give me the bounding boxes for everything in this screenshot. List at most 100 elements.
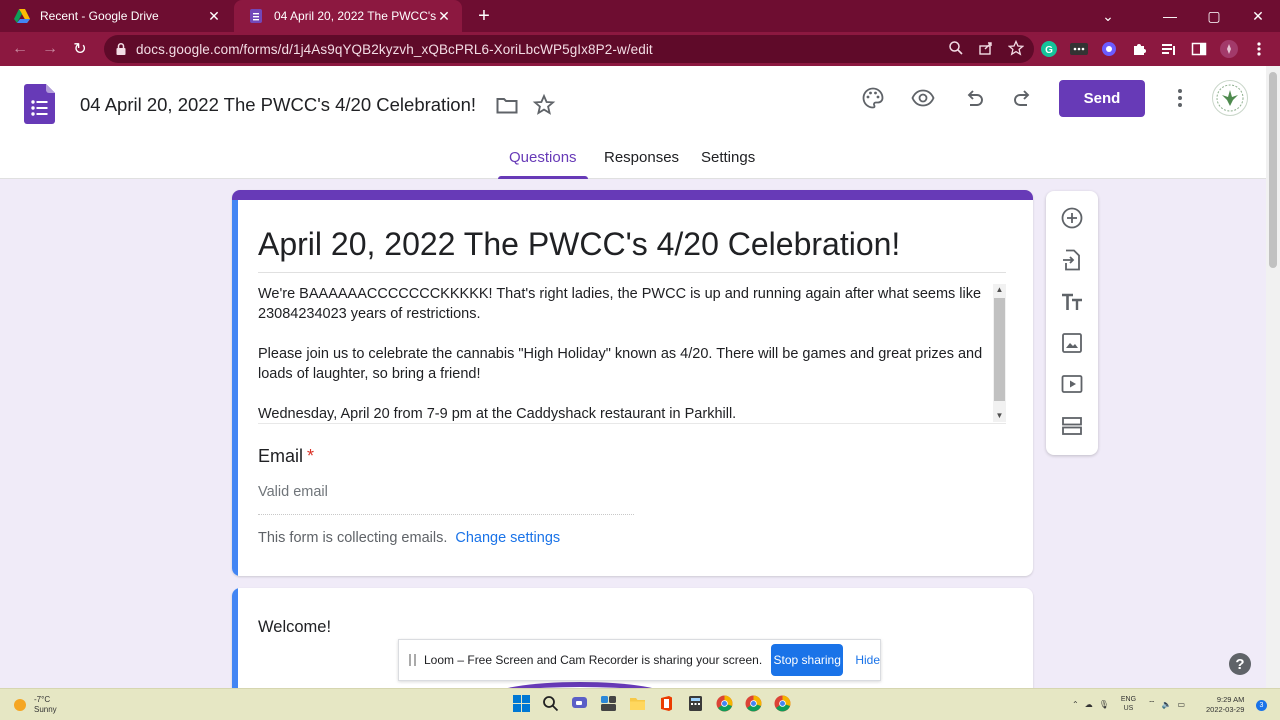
close-icon[interactable]: ✕ [206,8,222,25]
puzzle-icon[interactable] [1130,40,1148,58]
url-text: docs.google.com/forms/d/1j4As9qYQB2kyzvh… [136,41,653,57]
description-paragraph: Wednesday, April 20 from 7-9 pm at the C… [258,406,737,422]
email-label-text: Email [258,446,304,466]
maximize-icon[interactable]: ▢ [1192,0,1236,32]
star-icon[interactable] [532,93,556,117]
add-image-icon[interactable] [1060,331,1084,355]
search-icon[interactable] [541,694,560,713]
lock-icon [116,42,126,55]
tab-settings[interactable]: Settings [701,149,755,179]
file-explorer-icon[interactable] [628,694,647,713]
description-paragraph: We're BAAAAAACCCCCCCKKKKK! That's right … [258,286,982,322]
minimize-icon[interactable]: — [1148,0,1192,32]
add-video-icon[interactable] [1060,372,1084,396]
forward-arrow-icon[interactable]: → [35,34,65,64]
chrome-profile-icon[interactable] [744,694,763,713]
add-question-icon[interactable] [1060,206,1084,230]
more-vert-icon[interactable] [1250,40,1268,58]
google-drive-icon [14,9,30,23]
reload-icon[interactable]: ↻ [65,34,95,64]
eye-preview-icon[interactable] [911,86,935,110]
grammarly-icon[interactable]: G [1040,40,1058,58]
help-icon[interactable]: ? [1229,653,1251,675]
collecting-emails-note: This form is collecting emails. Change se… [258,530,560,546]
scrollbar-thumb[interactable] [994,298,1005,401]
battery-icon[interactable]: ▭ [1178,700,1186,709]
extensions-area: G [1040,40,1268,58]
wifi-icon[interactable]: ⌔ [1148,699,1156,709]
weather-widget[interactable]: -7°C Sunny [14,695,57,715]
back-arrow-icon[interactable]: ← [5,34,35,64]
language-indicator[interactable]: ENG US [1121,695,1136,713]
microphone-icon[interactable]: 🎙 [1099,700,1109,709]
divider [258,272,1006,273]
undo-icon[interactable] [962,86,986,110]
snowflake-extension-icon[interactable] [1100,40,1118,58]
hide-banner-button[interactable]: Hide [855,653,880,667]
palette-icon[interactable] [861,86,885,110]
add-title-icon[interactable] [1060,290,1084,314]
forms-tabs: Questions Responses Settings [0,149,1266,179]
tab-title: Recent - Google Drive [40,9,159,23]
side-panel-icon[interactable] [1190,40,1208,58]
language-code: ENG [1120,696,1137,703]
chrome-icon[interactable] [773,694,792,713]
google-forms-logo-icon[interactable] [24,84,55,124]
tab-responses[interactable]: Responses [604,149,679,179]
taskbar-apps [512,694,792,713]
close-icon[interactable]: ✕ [436,8,452,25]
tab-google-forms[interactable]: 04 April 20, 2022 The PWCC's 4/20 Celebr… [234,0,462,32]
description-paragraph: Please join us to celebrate the cannabis… [258,346,983,382]
collecting-text: This form is collecting emails. [258,530,448,546]
form-description[interactable]: We're BAAAAAACCCCCCCKKKKK! That's right … [258,284,992,422]
form-title-card[interactable]: April 20, 2022 The PWCC's 4/20 Celebrati… [232,190,1033,576]
page-scrollbar[interactable] [1266,66,1280,688]
zoom-icon[interactable] [948,40,964,56]
divider [258,423,1006,424]
cloud-icon[interactable]: ☁ [1085,700,1093,709]
share-icon[interactable] [978,40,994,56]
clock[interactable]: 9:29 AM 2022-03-29 [1206,695,1244,715]
scrollbar-thumb[interactable] [1269,72,1277,268]
folder-icon[interactable] [495,93,519,117]
profile-icon[interactable] [1220,40,1238,58]
tab-questions[interactable]: Questions [498,149,588,179]
tab-google-drive[interactable]: Recent - Google Drive ✕ [0,0,232,32]
scroll-up-icon[interactable]: ▲ [993,284,1006,296]
windows-start-icon[interactable] [512,694,531,713]
system-tray: ⌃ ☁ 🎙 ENG US ⌔ 🔈 ▭ [1072,695,1185,713]
weather-desc: Sunny [34,705,57,714]
change-settings-link[interactable]: Change settings [455,530,560,546]
bookmark-star-icon[interactable] [1008,40,1024,56]
email-field[interactable]: Valid email [258,484,634,515]
import-questions-icon[interactable] [1060,248,1084,272]
more-vert-icon[interactable] [1168,86,1192,110]
section-title[interactable]: Welcome! [258,618,331,637]
chat-icon[interactable] [570,694,589,713]
scroll-down-icon[interactable]: ▼ [993,410,1006,422]
redo-icon[interactable] [1011,86,1035,110]
office-icon[interactable] [657,694,676,713]
close-window-icon[interactable]: ✕ [1236,0,1280,32]
address-bar[interactable]: docs.google.com/forms/d/1j4As9qYQB2kyzvh… [104,35,1034,63]
doc-title[interactable]: 04 April 20, 2022 The PWCC's 4/20 Celebr… [80,94,476,116]
speaker-icon[interactable]: 🔈 [1162,700,1172,709]
send-button[interactable]: Send [1059,80,1145,117]
reading-list-icon[interactable] [1160,40,1178,58]
form-title[interactable]: April 20, 2022 The PWCC's 4/20 Celebrati… [258,226,900,263]
widgets-icon[interactable] [599,694,618,713]
notification-badge[interactable]: 3 [1256,700,1267,711]
drag-handle-icon[interactable] [409,654,416,666]
tab-title: 04 April 20, 2022 The PWCC's 4/20 Celebr… [274,9,436,23]
add-section-icon[interactable] [1060,414,1084,438]
dots-extension-icon[interactable] [1070,40,1088,58]
chevron-up-icon[interactable]: ⌃ [1072,700,1079,709]
chrome-profile-icon[interactable] [715,694,734,713]
description-scrollbar[interactable]: ▲ ▼ [993,284,1006,422]
account-avatar[interactable] [1212,80,1248,116]
stop-sharing-button[interactable]: Stop sharing [771,644,844,676]
forms-header: 04 April 20, 2022 The PWCC's 4/20 Celebr… [0,66,1266,179]
calculator-icon[interactable] [686,694,705,713]
chevron-down-icon[interactable]: ⌄ [1088,0,1128,32]
new-tab-button[interactable]: + [468,0,500,32]
